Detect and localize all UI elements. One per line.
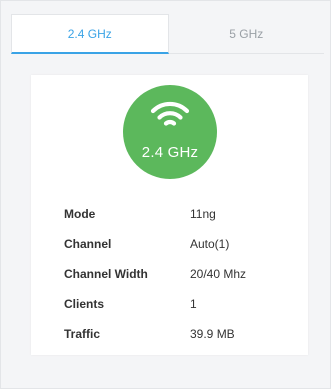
detail-row-channel: Channel Auto(1): [64, 229, 294, 259]
details-list: Mode 11ng Channel Auto(1) Channel Width …: [64, 199, 294, 349]
detail-row-clients: Clients 1: [64, 289, 294, 319]
detail-value: Auto(1): [190, 237, 230, 251]
detail-key: Traffic: [64, 327, 101, 341]
detail-row-mode: Mode 11ng: [64, 199, 294, 229]
detail-row-traffic: Traffic 39.9 MB: [64, 319, 294, 349]
detail-key: Channel: [64, 237, 112, 251]
tab-5-ghz[interactable]: 5 GHz: [168, 14, 324, 54]
wifi-icon: [150, 101, 190, 126]
detail-key: Channel Width: [64, 267, 148, 281]
detail-row-channel-width: Channel Width 20/40 Mhz: [64, 259, 294, 289]
radio-info-card: 2.4 GHz Mode 11ng Channel Auto(1) Channe…: [31, 75, 308, 355]
tab-2-4-ghz[interactable]: 2.4 GHz: [11, 14, 169, 54]
radio-panel: 2.4 GHz 5 GHz 2.4 GHz Mode 11ng Channel …: [0, 0, 331, 389]
detail-value: 11ng: [190, 207, 216, 221]
detail-key: Mode: [64, 207, 96, 221]
detail-key: Clients: [64, 297, 105, 311]
band-tabs: 2.4 GHz 5 GHz: [11, 14, 324, 54]
band-badge: 2.4 GHz: [123, 85, 217, 179]
detail-value: 39.9 MB: [190, 327, 235, 341]
badge-band-label: 2.4 GHz: [141, 144, 199, 161]
detail-value: 20/40 Mhz: [190, 267, 247, 281]
detail-value: 1: [190, 297, 197, 311]
